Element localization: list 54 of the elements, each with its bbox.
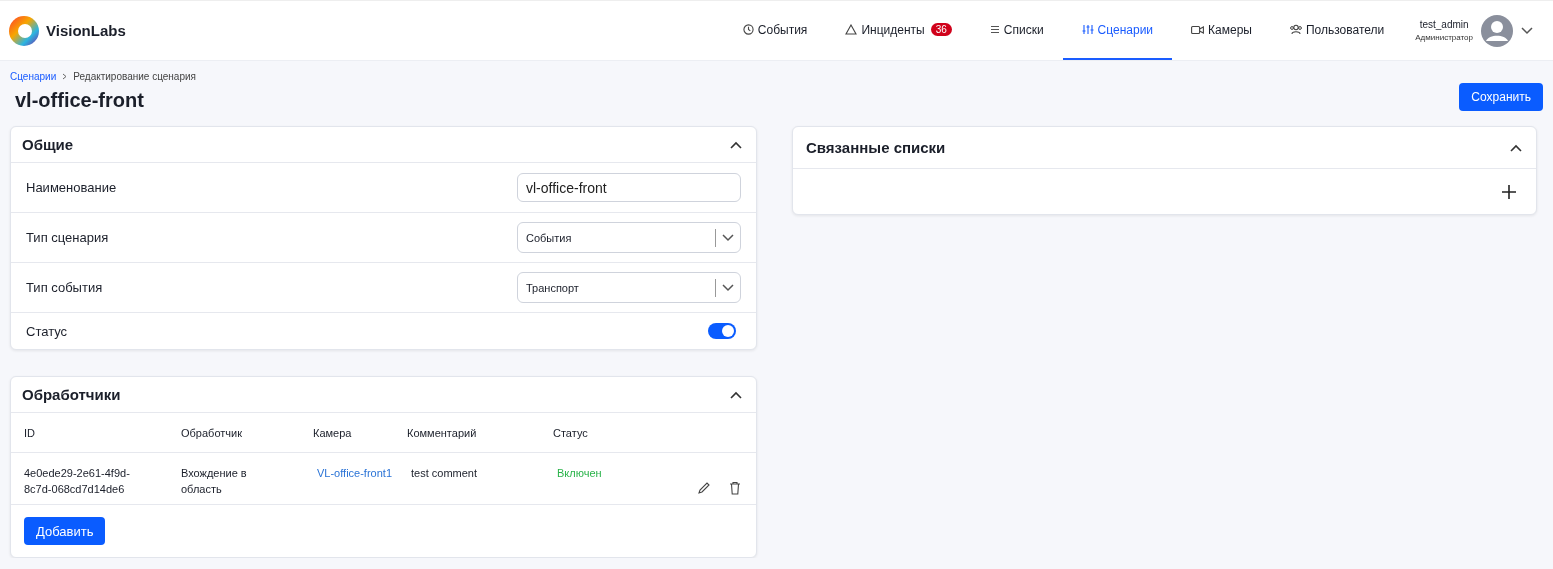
video-camera-icon [1191,24,1205,35]
nav-tab[interactable]: Камеры [1172,1,1271,60]
clock-icon [742,24,754,35]
field-label: Тип сценария [26,230,109,245]
avatar-icon[interactable] [1481,14,1513,47]
page-title: vl-office-front [15,89,145,112]
save-button[interactable]: Сохранить [1459,83,1543,111]
nav-tab[interactable]: Пользователи [1270,1,1404,60]
warning-icon [845,24,858,35]
dropdown-caret-icon[interactable] [722,283,734,292]
breadcrumb-current: Редактирование сценария [73,71,196,82]
nav-tab[interactable]: Инциденты 36 [826,1,971,60]
status-text: Включен [557,466,603,481]
column-header: Обработчик [181,426,243,439]
chevron-up-icon[interactable] [730,140,742,149]
table-cell-text: 4e0ede29-2e61-4f9d-8c7d-068cd7d14de6 [24,466,131,497]
sliders-icon [1081,24,1094,35]
camera-link[interactable]: VL-office-front1 [313,465,411,481]
chevron-up-icon[interactable] [1510,143,1522,152]
select-field[interactable]: События [517,222,741,253]
user-name: test_admin [1419,19,1469,30]
column-header: Комментарий [407,426,478,439]
table-cell-text: test comment [411,466,479,481]
add-button[interactable]: Добавить [24,517,106,545]
column-header: Статус [553,426,589,439]
dropdown-caret-icon[interactable] [722,233,734,242]
section-title: Связанные списки [806,139,946,156]
user-role: Администратор [1415,33,1473,42]
section-title: Обработчики [22,386,121,403]
table-cell-text: Вхождение в область [181,466,248,497]
field-label: Тип события [26,280,103,295]
list-icon [989,25,1000,34]
add-icon[interactable] [1502,184,1516,199]
count-badge: 36 [930,23,952,36]
logo-icon [9,15,39,46]
status-toggle[interactable] [708,323,736,339]
delete-icon[interactable] [729,480,741,495]
name-field[interactable]: vl-office-front [517,173,741,202]
nav-tab[interactable]: События [723,1,827,60]
edit-icon[interactable] [697,480,711,495]
users-icon [1289,24,1302,35]
field-label: Статус [26,323,68,339]
breadcrumb-link[interactable]: Сценарии [10,71,57,82]
nav-tab[interactable]: Списки [970,1,1063,60]
chevron-right-icon [62,73,68,80]
column-header: Камера [313,426,353,439]
dropdown-caret-icon[interactable] [1521,26,1533,35]
section-title: Общие [22,136,74,153]
nav-tab[interactable]: Сценарии [1062,1,1173,60]
field-label: Наименование [26,180,117,195]
chevron-up-icon[interactable] [730,390,742,399]
column-header: ID [24,426,36,439]
logo-text: VisionLabs [46,22,126,39]
select-field[interactable]: Транспорт [517,272,741,303]
